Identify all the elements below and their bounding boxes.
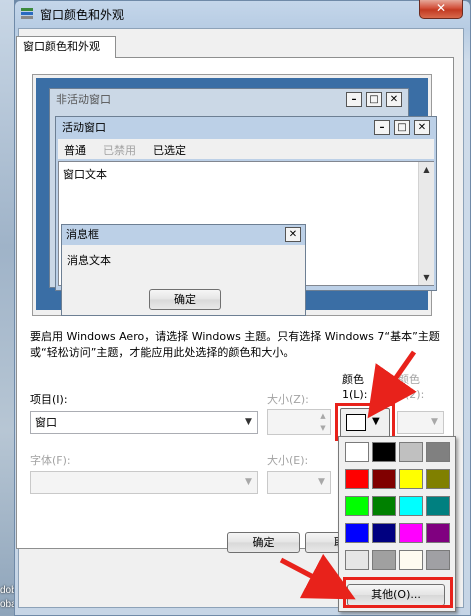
- close-icon: ✕: [386, 92, 402, 107]
- scrollbar[interactable]: ▲ ▼: [418, 162, 434, 285]
- message-box-title: 消息框: [62, 225, 305, 245]
- maximize-icon: □: [394, 120, 410, 135]
- item-select-value: 窗口: [35, 416, 57, 429]
- spin-down-icon: ▼: [320, 424, 326, 432]
- appearance-icon: [21, 8, 33, 19]
- color2-label-line1: 颜色: [398, 373, 420, 386]
- chevron-down-icon: ▼: [431, 417, 438, 427]
- close-icon: ✕: [414, 120, 430, 135]
- palette-swatch[interactable]: [345, 442, 369, 462]
- menu-item-selected[interactable]: 已选定: [153, 142, 186, 158]
- chevron-down-icon: ▼: [245, 417, 252, 427]
- maximize-icon: □: [366, 92, 382, 107]
- palette-swatch[interactable]: [426, 442, 450, 462]
- chevron-down-icon: ▼: [245, 477, 252, 487]
- close-icon: ✕: [285, 227, 301, 242]
- menu-item-disabled: 已禁用: [103, 144, 136, 157]
- palette-swatch[interactable]: [372, 469, 396, 489]
- palette-swatch[interactable]: [345, 469, 369, 489]
- desktop-strip: dobe obat...: [0, 0, 28, 616]
- palette-swatch[interactable]: [426, 523, 450, 543]
- palette-swatch[interactable]: [426, 469, 450, 489]
- size1-stepper: ▲ ▼: [267, 409, 331, 435]
- palette-swatch[interactable]: [399, 496, 423, 516]
- palette-swatch[interactable]: [399, 442, 423, 462]
- palette-swatch[interactable]: [345, 550, 369, 570]
- palette-swatch[interactable]: [372, 496, 396, 516]
- message-ok-button[interactable]: 确定: [149, 289, 221, 310]
- minimize-icon: –: [374, 120, 390, 135]
- minimize-icon: –: [346, 92, 362, 107]
- spin-up-icon: ▲: [320, 412, 326, 420]
- color2-label-line2: 2(2):: [398, 388, 425, 401]
- palette-swatch[interactable]: [426, 496, 450, 516]
- color1-label-line2: 1(L):: [342, 388, 368, 401]
- item-select[interactable]: 窗口 ▼: [30, 411, 258, 434]
- item-label: 项目(I):: [30, 393, 68, 406]
- menu-bar: 普通 已禁用 已选定: [58, 139, 434, 159]
- scroll-up-icon[interactable]: ▲: [419, 162, 434, 177]
- aero-description: 要启用 Windows Aero，请选择 Windows 主题。只有选择 Win…: [30, 330, 440, 359]
- message-text: 消息文本: [67, 254, 111, 267]
- palette-swatch[interactable]: [345, 523, 369, 543]
- menu-item-normal[interactable]: 普通: [64, 142, 86, 158]
- ok-button[interactable]: 确定: [227, 532, 300, 553]
- palette-swatch[interactable]: [399, 550, 423, 570]
- close-button[interactable]: ✕: [419, 0, 463, 19]
- palette-swatch[interactable]: [345, 496, 369, 516]
- font-label: 字体(F):: [30, 454, 71, 467]
- scroll-down-icon[interactable]: ▼: [419, 270, 434, 285]
- tab-appearance[interactable]: 窗口颜色和外观: [16, 36, 116, 58]
- size1-label: 大小(Z):: [267, 393, 309, 406]
- window-text-label: 窗口文本: [63, 168, 107, 181]
- annotation-box: [343, 577, 453, 608]
- palette-swatch[interactable]: [399, 523, 423, 543]
- color2-button: ▼: [397, 411, 444, 434]
- palette-swatch[interactable]: [372, 523, 396, 543]
- palette-swatch[interactable]: [399, 469, 423, 489]
- chevron-down-icon: ▼: [318, 477, 325, 487]
- color1-label-line1: 颜色: [342, 373, 364, 386]
- window-title: 窗口颜色和外观: [40, 8, 125, 22]
- message-box-preview[interactable]: 消息框 ✕ 消息文本 确定: [61, 224, 306, 316]
- palette-swatch[interactable]: [426, 550, 450, 570]
- size2-select: ▼: [267, 471, 331, 494]
- font-select: ▼: [30, 471, 258, 494]
- size2-label: 大小(E):: [267, 454, 309, 467]
- palette-swatch[interactable]: [372, 550, 396, 570]
- palette-swatch[interactable]: [372, 442, 396, 462]
